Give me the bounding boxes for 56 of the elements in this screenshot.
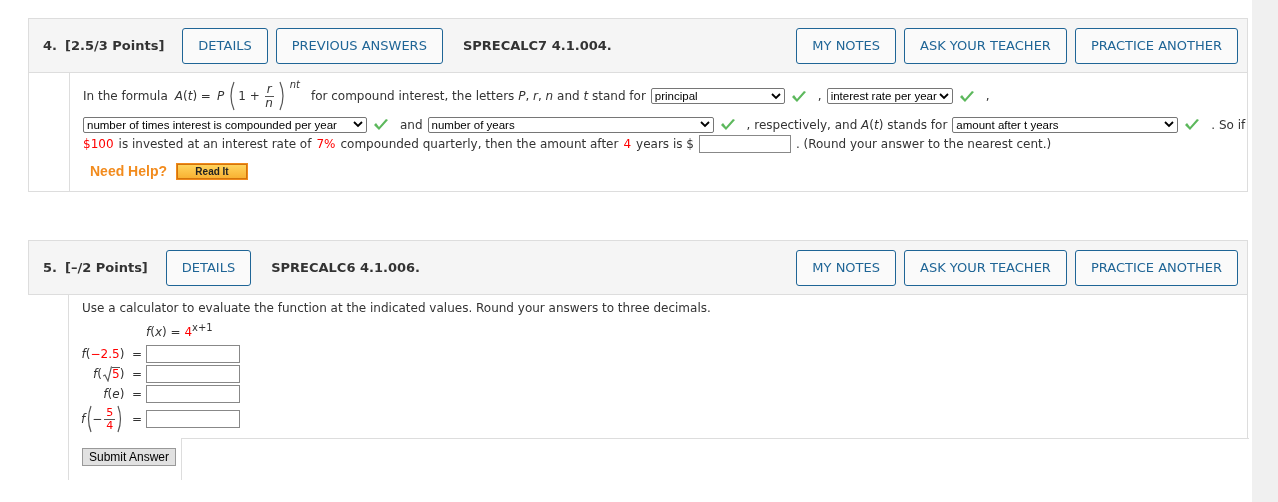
dropdown[interactable]: principal xyxy=(650,88,785,104)
problem-code: SPRECALC7 4.1.004. xyxy=(462,38,612,53)
question-number: 5. xyxy=(43,260,57,275)
answer-field[interactable] xyxy=(698,134,791,153)
parenthesis-icon xyxy=(278,81,287,111)
question-text: . (Round your answer to the nearest cent.) xyxy=(795,136,1052,151)
question-text: and xyxy=(400,117,423,132)
function-label: f( 5) = xyxy=(93,365,142,383)
header-button[interactable]: MY NOTES xyxy=(796,249,896,286)
parenthesis-icon xyxy=(85,405,93,433)
question-text: In the formula xyxy=(83,89,168,103)
dropdown[interactable]: number of times interest is compounded per year xyxy=(83,116,367,133)
question-text: , respectively, and A(t) stands for xyxy=(746,117,948,132)
question-text: 7% xyxy=(316,136,336,151)
submit-answer-button[interactable]: Submit Answer xyxy=(82,448,177,466)
points-label: [–/2 Points] xyxy=(65,260,148,275)
points-label: [2.5/3 Points] xyxy=(65,38,165,53)
header-button[interactable]: MY NOTES xyxy=(796,27,896,64)
problem-code: SPRECALC6 4.1.006. xyxy=(271,260,421,275)
question-text: , xyxy=(985,89,990,103)
chevron-icon xyxy=(1164,121,1175,128)
chevron-icon xyxy=(770,92,781,100)
answer-field[interactable] xyxy=(146,410,240,428)
header-button[interactable]: PREVIOUS ANSWERS xyxy=(275,27,443,64)
parenthesis-icon xyxy=(227,81,236,111)
question-text: for compound interest, the letters P, r, n and t stand for xyxy=(310,89,646,103)
answer-field[interactable] xyxy=(146,345,240,363)
header-button[interactable]: PRACTICE ANOTHER xyxy=(1074,27,1238,64)
header-button[interactable]: ASK YOUR TEACHER xyxy=(904,249,1067,286)
chevron-icon xyxy=(353,121,363,128)
question-text: $100 xyxy=(83,136,114,151)
answer-field[interactable] xyxy=(146,365,240,383)
instruction-text: Use a calculator to evaluate the function at the indicated values. Round your answers to three decimals. xyxy=(82,301,712,315)
chevron-icon xyxy=(699,121,710,128)
question-text: years is $ xyxy=(636,136,694,151)
dropdown[interactable]: amount after t years xyxy=(952,116,1179,133)
header-button[interactable]: DETAILS xyxy=(182,27,268,64)
function-label: f(−2.5) = xyxy=(81,346,142,363)
function-label: f(e) = xyxy=(103,386,142,403)
header-button[interactable]: ASK YOUR TEACHER xyxy=(904,27,1067,64)
question-text: compounded quarterly, then the amount after xyxy=(340,136,619,151)
header-button[interactable]: DETAILS xyxy=(165,249,252,286)
header-button[interactable]: PRACTICE ANOTHER xyxy=(1074,249,1238,286)
read-it-button[interactable]: Read It xyxy=(177,163,247,179)
answer-field[interactable] xyxy=(146,385,240,403)
need-help-label: Need Help? xyxy=(90,163,167,179)
question-text: 4 xyxy=(623,136,632,151)
question-text: , xyxy=(817,89,822,103)
question-number: 4. xyxy=(43,38,57,53)
dropdown[interactable]: number of years xyxy=(427,116,714,133)
chevron-icon xyxy=(938,92,949,100)
question-text: is invested at an interest rate of xyxy=(118,136,312,151)
radical-icon xyxy=(103,366,112,382)
function-definition: f(x) = 4$^{x+1}$ xyxy=(146,325,213,339)
dropdown[interactable]: interest rate per year xyxy=(826,88,953,104)
question-text: . So if xyxy=(1211,117,1246,132)
